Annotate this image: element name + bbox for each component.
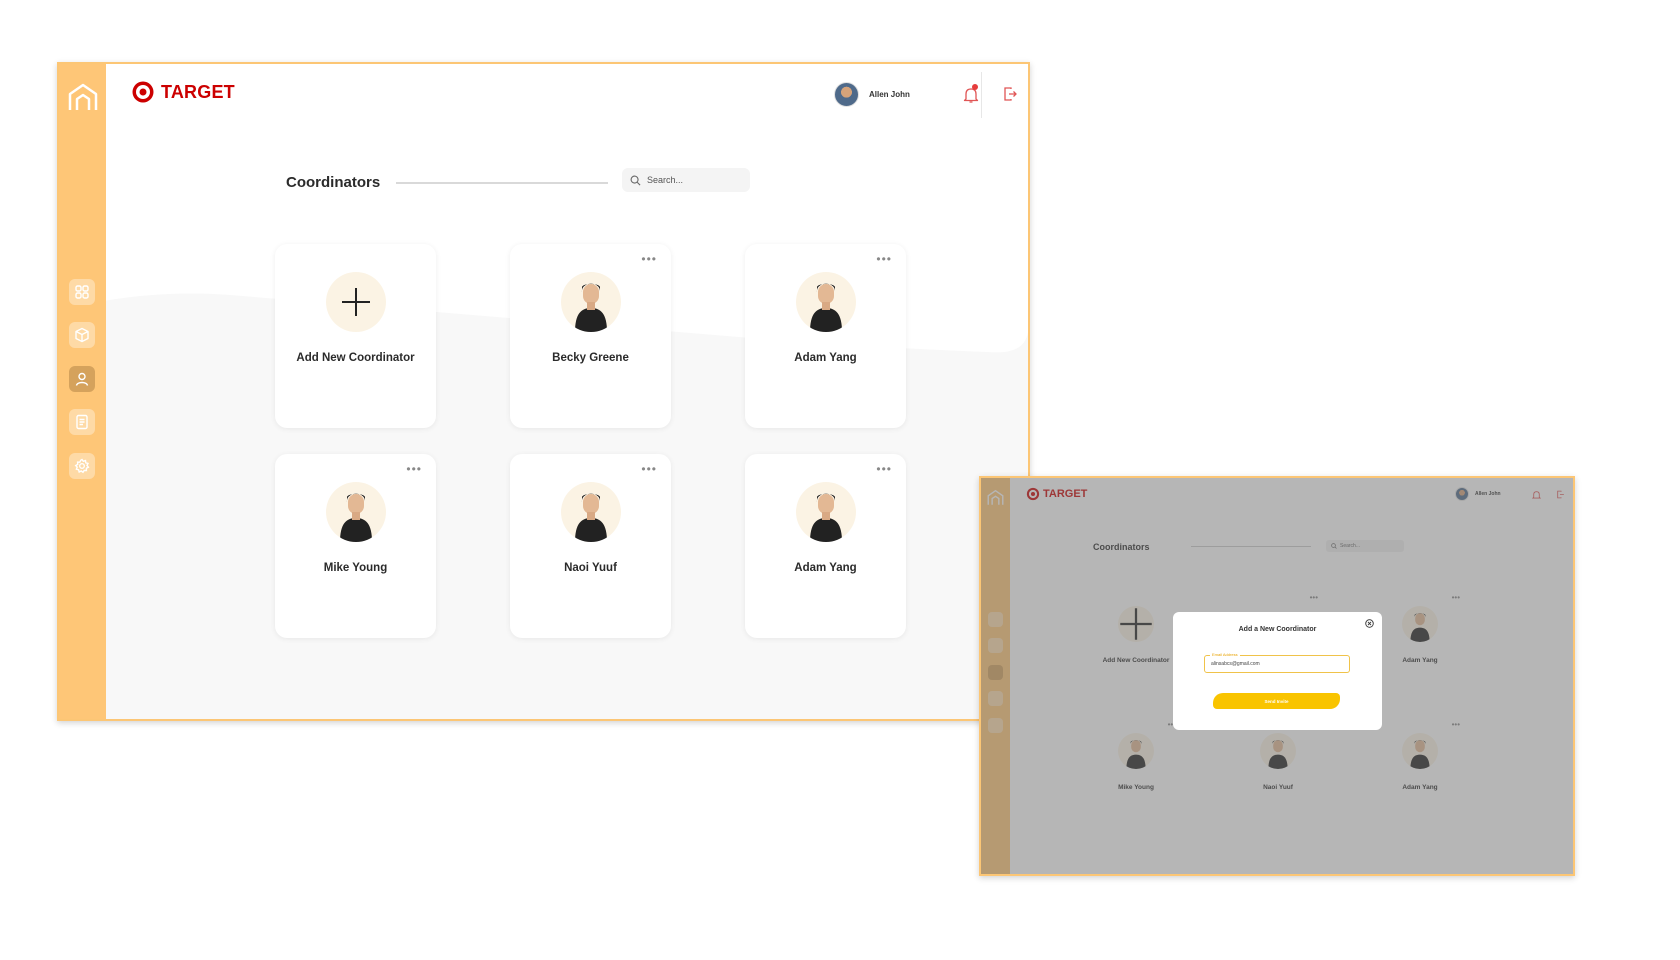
- logout-icon[interactable]: [1002, 86, 1018, 102]
- coordinator-name: Naoi Yuuf: [564, 562, 617, 574]
- coordinator-card[interactable]: ••• Adam Yang: [745, 454, 906, 638]
- more-options-icon[interactable]: •••: [641, 462, 657, 476]
- sidebar-item-coordinators[interactable]: [69, 366, 95, 392]
- coordinator-name: Mike Young: [323, 562, 388, 574]
- user-profile[interactable]: Allen John: [834, 82, 910, 107]
- add-coordinator-card[interactable]: Add New Coordinator: [275, 244, 436, 428]
- sidebar-item-settings[interactable]: [69, 453, 95, 479]
- coordinator-name: Adam Yang: [794, 352, 857, 364]
- modal-preview-window: TARGET Allen John Coordinators Search...…: [979, 476, 1575, 876]
- coordinator-photo: [795, 272, 856, 332]
- modal-title: Add a New Coordinator: [1238, 626, 1317, 633]
- box-icon: [75, 327, 89, 343]
- more-options-icon[interactable]: •••: [406, 462, 422, 476]
- coordinator-card[interactable]: ••• Mike Young: [275, 454, 436, 638]
- coordinator-card[interactable]: ••• Becky Greene: [510, 244, 671, 428]
- app-logo-icon[interactable]: [66, 82, 100, 114]
- sidebar-item-products[interactable]: [69, 322, 95, 348]
- search-input[interactable]: [647, 175, 742, 185]
- modal-preview-content: TARGET Allen John Coordinators Search...…: [981, 478, 1573, 874]
- main-content: TARGET Allen John Coordinators Add New C…: [106, 64, 1028, 719]
- coordinator-photo: [325, 482, 386, 542]
- coordinator-photo: [560, 482, 621, 542]
- coordinator-photo: [560, 272, 621, 332]
- brand-logo[interactable]: TARGET: [131, 80, 235, 104]
- more-options-icon[interactable]: •••: [641, 252, 657, 266]
- avatar: [834, 82, 859, 107]
- add-coordinator-modal: Add a New Coordinator Email Address Send…: [1173, 612, 1382, 730]
- user-name: Allen John: [869, 90, 910, 99]
- email-field[interactable]: [1204, 655, 1350, 673]
- add-coordinator-label: Add New Coordinator: [296, 352, 415, 364]
- title-divider: [396, 182, 608, 184]
- main-window: TARGET Allen John Coordinators Add New C…: [57, 62, 1030, 721]
- search-icon: [630, 175, 641, 185]
- sidebar-item-dashboard[interactable]: [69, 279, 95, 305]
- coordinator-photo: [795, 482, 856, 542]
- sidebar: [59, 64, 106, 719]
- close-icon[interactable]: [1365, 619, 1374, 628]
- page-title: Coordinators: [286, 174, 381, 191]
- add-button[interactable]: [325, 272, 386, 332]
- search-box[interactable]: [622, 168, 750, 192]
- coordinator-card[interactable]: ••• Naoi Yuuf: [510, 454, 671, 638]
- sidebar-item-documents[interactable]: [69, 409, 95, 435]
- email-field-label: Email Address: [1210, 652, 1240, 657]
- more-options-icon[interactable]: •••: [876, 252, 892, 266]
- document-icon: [76, 414, 88, 430]
- coordinator-card[interactable]: ••• Adam Yang: [745, 244, 906, 428]
- coordinator-name: Becky Greene: [552, 352, 629, 364]
- settings-icon: [74, 458, 90, 474]
- user-icon: [75, 372, 89, 386]
- dashboard-icon: [75, 285, 89, 299]
- header-divider: [981, 72, 982, 118]
- notification-dot: [972, 84, 978, 90]
- bullseye-icon: [132, 81, 154, 103]
- brand-name: TARGET: [161, 81, 235, 102]
- plus-icon: [341, 288, 370, 316]
- more-options-icon[interactable]: •••: [876, 462, 892, 476]
- coordinator-name: Adam Yang: [794, 562, 857, 574]
- send-invite-button[interactable]: Send Invite: [1213, 693, 1340, 709]
